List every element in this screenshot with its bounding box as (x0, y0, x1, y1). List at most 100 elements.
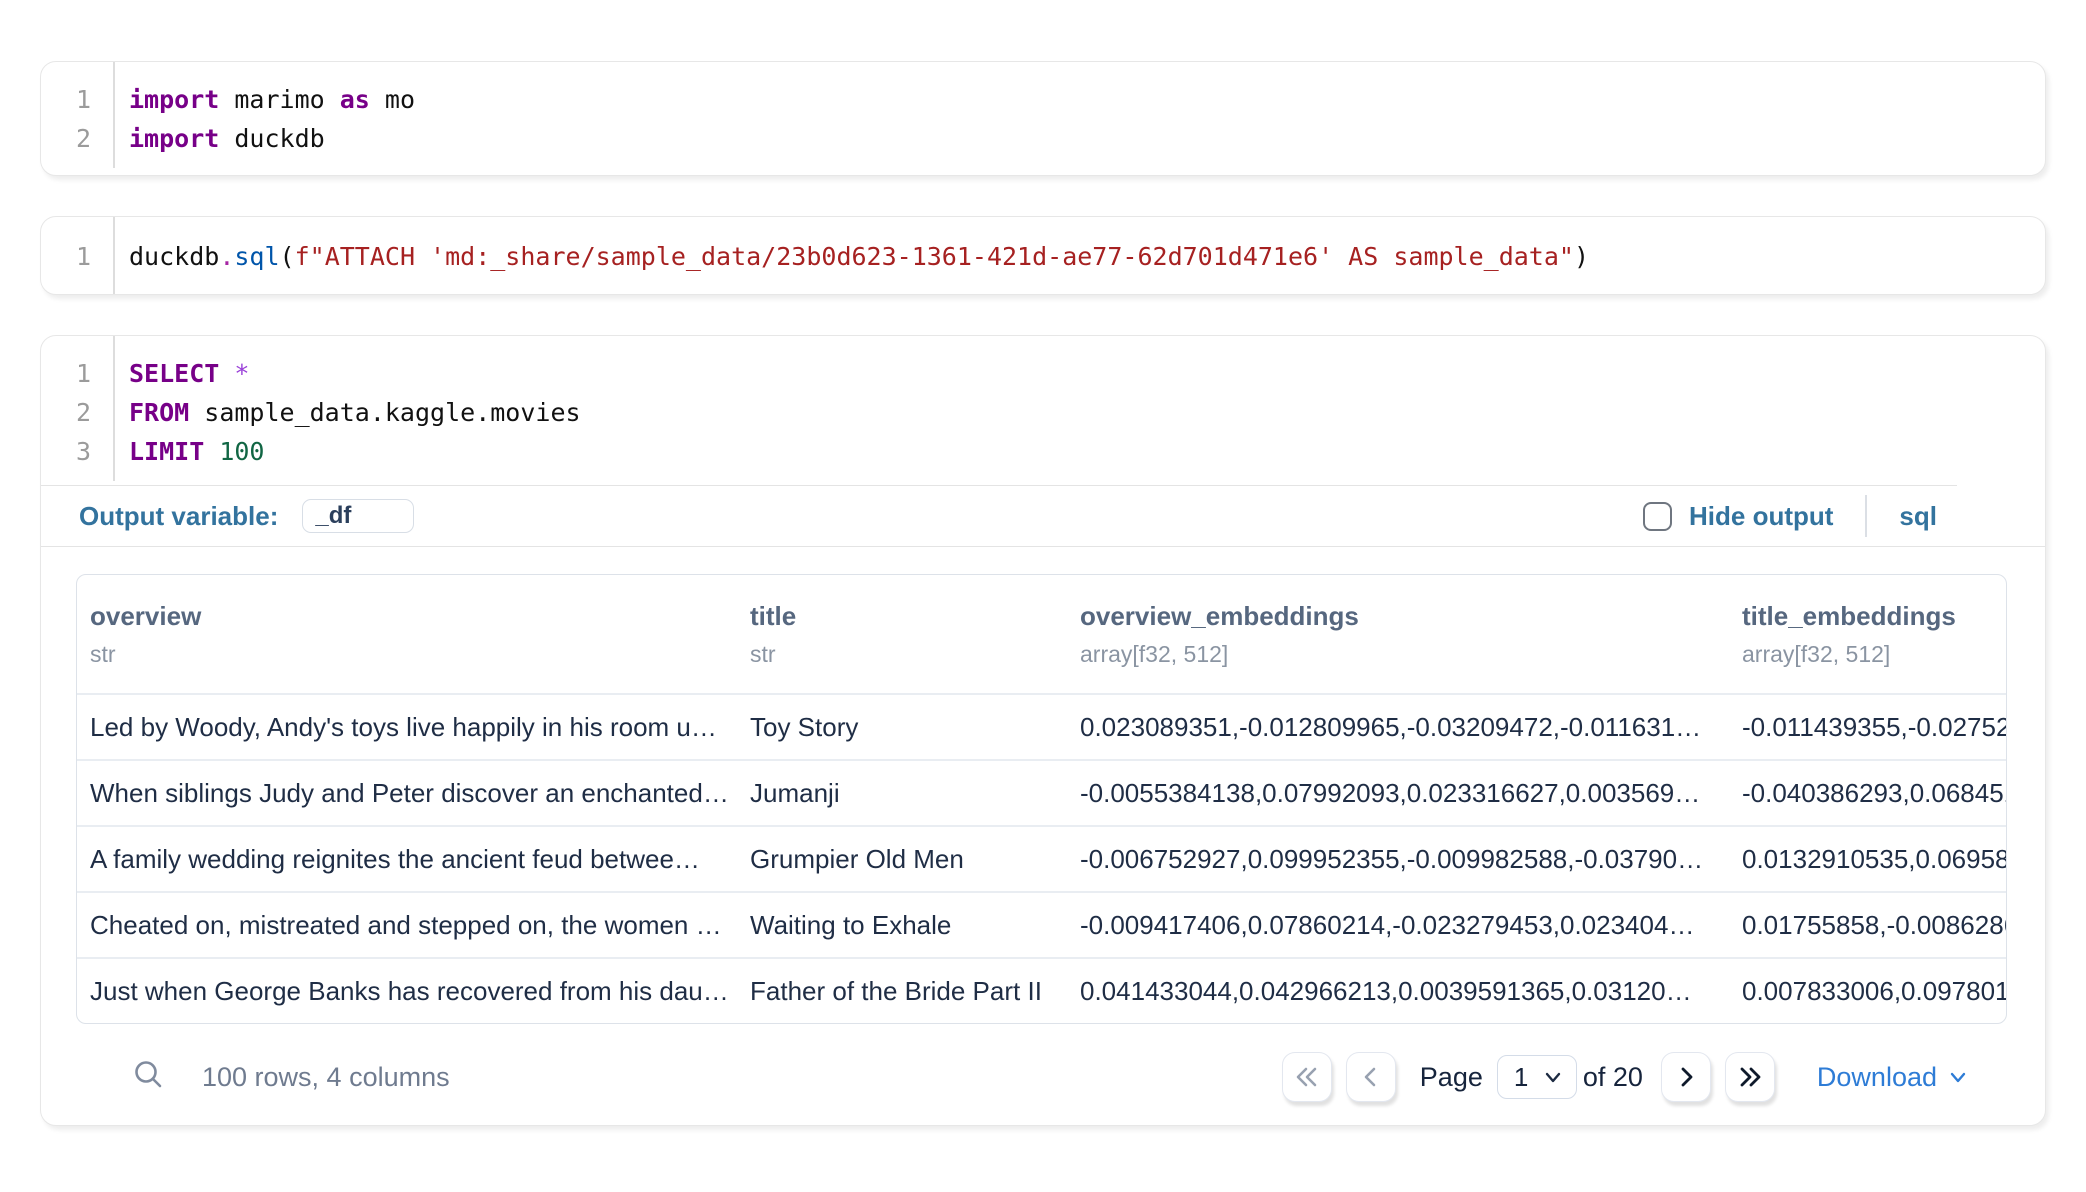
page-select[interactable]: 1 (1497, 1055, 1577, 1099)
plain-token: marimo (219, 85, 339, 114)
code-text: LIMIT 100 (113, 437, 2045, 466)
keyword-token: import (129, 85, 219, 114)
chevron-down-icon (1542, 1066, 1564, 1088)
paren-token: ) (1574, 242, 1589, 271)
page-label: Page (1420, 1062, 1483, 1093)
last-page-button[interactable] (1725, 1052, 1775, 1102)
cell-title-embeddings: 0.0132910535,0.069582 (1729, 844, 2006, 875)
string-token: f"ATTACH 'md:_share/sample_data/23b0d623… (295, 242, 1574, 271)
plain-token: mo (370, 85, 415, 114)
cell-title-embeddings: 0.007833006,0.097801 (1729, 976, 2006, 1007)
data-table: overview str title str overview_embeddin… (76, 574, 2007, 1024)
function-token: sql (234, 242, 279, 271)
dot-token: . (219, 242, 234, 271)
sql-cell: 1 SELECT * 2 FROM sample_data.kaggle.mov… (40, 335, 2046, 1126)
code-line: 1 SELECT * (41, 354, 2045, 393)
table-row[interactable]: Just when George Banks has recovered fro… (77, 957, 2006, 1023)
table-row[interactable]: Led by Woody, Andy's toys live happily i… (77, 693, 2006, 759)
cell-overview: Cheated on, mistreated and stepped on, t… (77, 910, 737, 941)
cell-overview-embeddings: 0.041433044,0.042966213,0.0039591365,0.0… (1067, 976, 1729, 1007)
cell-title: Grumpier Old Men (737, 844, 1067, 875)
download-button[interactable]: Download (1817, 1062, 1969, 1093)
code-line: 1 import marimo as mo (41, 80, 2045, 119)
previous-page-button[interactable] (1346, 1052, 1396, 1102)
cell-output: overview str title str overview_embeddin… (41, 547, 2045, 1102)
column-name: title_embeddings (1742, 601, 2006, 632)
cell-overview-embeddings: 0.023089351,-0.012809965,-0.03209472,-0.… (1067, 712, 1729, 743)
cell-overview: Just when George Banks has recovered fro… (77, 976, 737, 1007)
language-badge: sql (1899, 501, 1937, 532)
column-name: overview_embeddings (1080, 601, 1729, 632)
table-summary: 100 rows, 4 columns (132, 1058, 450, 1097)
code-line: 3 LIMIT 100 (41, 432, 2045, 471)
chevron-down-icon (1947, 1066, 1969, 1088)
search-icon[interactable] (132, 1058, 166, 1097)
cell-overview-embeddings: -0.009417406,0.07860214,-0.023279453,0.0… (1067, 910, 1729, 941)
pagination: Page 1 of 20 Download (1282, 1052, 1969, 1102)
star-token: * (234, 359, 249, 388)
column-type: str (750, 641, 1067, 668)
code-text: import duckdb (113, 124, 2045, 153)
output-variable-input[interactable] (302, 499, 414, 533)
column-header-overview-embeddings[interactable]: overview_embeddings array[f32, 512] (1067, 601, 1729, 668)
output-variable-label: Output variable: (79, 501, 278, 532)
keyword-token: FROM (129, 398, 189, 427)
cell-overview-embeddings: -0.0055384138,0.07992093,0.023316627,0.0… (1067, 778, 1729, 809)
paren-token: ( (280, 242, 295, 271)
plain-token: duckdb (219, 124, 324, 153)
cell-overview: When siblings Judy and Peter discover an… (77, 778, 737, 809)
code-cell-imports: 1 import marimo as mo 2 import duckdb (40, 61, 2046, 176)
table-row[interactable]: A family wedding reignites the ancient f… (77, 825, 2006, 891)
hide-output-checkbox[interactable] (1643, 502, 1672, 531)
code-editor-imports[interactable]: 1 import marimo as mo 2 import duckdb (41, 62, 2045, 168)
cell-overview: A family wedding reignites the ancient f… (77, 844, 737, 875)
table-row[interactable]: When siblings Judy and Peter discover an… (77, 759, 2006, 825)
code-line: 1 duckdb.sql(f"ATTACH 'md:_share/sample_… (41, 237, 2045, 276)
column-header-title[interactable]: title str (737, 601, 1067, 668)
cell-title: Jumanji (737, 778, 1067, 809)
page-select-value: 1 (1514, 1062, 1528, 1093)
line-number: 1 (41, 85, 113, 114)
code-editor-attach[interactable]: 1 duckdb.sql(f"ATTACH 'md:_share/sample_… (41, 217, 2045, 295)
plain-token: sample_data.kaggle.movies (189, 398, 580, 427)
code-editor-sql[interactable]: 1 SELECT * 2 FROM sample_data.kaggle.mov… (41, 336, 2045, 481)
column-header-title-embeddings[interactable]: title_embeddings array[f32, 512] (1729, 601, 2006, 668)
download-label: Download (1817, 1062, 1937, 1093)
column-name: overview (90, 601, 737, 632)
first-page-button[interactable] (1282, 1052, 1332, 1102)
column-name: title (750, 601, 1067, 632)
code-text: import marimo as mo (113, 85, 2045, 114)
cell-controls-right: Hide output sql (1643, 495, 1937, 537)
column-type: str (90, 641, 737, 668)
hide-output-label: Hide output (1689, 501, 1833, 532)
cell-title-embeddings: -0.040386293,0.068451 (1729, 778, 2006, 809)
column-type: array[f32, 512] (1080, 641, 1729, 668)
cell-title: Toy Story (737, 712, 1067, 743)
page-total-label: of 20 (1583, 1062, 1643, 1093)
code-line: 2 import duckdb (41, 119, 2045, 158)
divider (1865, 495, 1867, 537)
code-text: duckdb.sql(f"ATTACH 'md:_share/sample_da… (113, 242, 2045, 271)
line-number: 3 (41, 437, 113, 466)
keyword-token: SELECT (129, 359, 234, 388)
row-count-label: 100 rows, 4 columns (202, 1062, 450, 1093)
line-number: 2 (41, 124, 113, 153)
cell-title-embeddings: 0.01755858,-0.0086286 (1729, 910, 2006, 941)
next-page-button[interactable] (1661, 1052, 1711, 1102)
column-type: array[f32, 512] (1742, 641, 2006, 668)
code-line: 2 FROM sample_data.kaggle.movies (41, 393, 2045, 432)
cell-title-embeddings: -0.011439355,-0.027525 (1729, 712, 2006, 743)
cell-title: Waiting to Exhale (737, 910, 1067, 941)
table-row[interactable]: Cheated on, mistreated and stepped on, t… (77, 891, 2006, 957)
keyword-token: as (340, 85, 370, 114)
code-cell-attach: 1 duckdb.sql(f"ATTACH 'md:_share/sample_… (40, 216, 2046, 295)
cell-title: Father of the Bride Part II (737, 976, 1067, 1007)
keyword-token: LIMIT (129, 437, 219, 466)
line-number: 1 (41, 359, 113, 388)
column-header-overview[interactable]: overview str (77, 601, 737, 668)
table-footer: 100 rows, 4 columns Page 1 of 20 (76, 1024, 2005, 1102)
line-number: 1 (41, 242, 113, 271)
variable-token: duckdb (129, 242, 219, 271)
number-token: 100 (219, 437, 264, 466)
cell-overview-embeddings: -0.006752927,0.099952355,-0.009982588,-0… (1067, 844, 1729, 875)
